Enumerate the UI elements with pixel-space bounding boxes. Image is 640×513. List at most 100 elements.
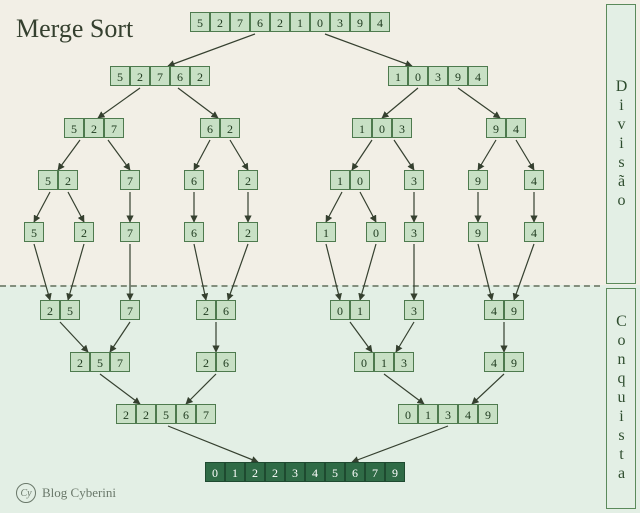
cell: 3 [330,12,350,32]
cell: 5 [325,462,345,482]
cell: 7 [104,118,124,138]
cell: 2 [220,118,240,138]
cell: 9 [486,118,506,138]
cell: 3 [438,404,458,424]
array-d2-3: 94 [486,118,526,138]
cell: 2 [74,222,94,242]
cell: 6 [200,118,220,138]
array-d4-5: 1 [316,222,336,242]
array-c1-5: 49 [484,300,524,320]
cell: 1 [374,352,394,372]
cell: 1 [350,300,370,320]
array-d4-4: 2 [238,222,258,242]
array-d4-2: 7 [120,222,140,242]
cell: 1 [352,118,372,138]
cell: 0 [350,170,370,190]
array-d2-0: 527 [64,118,124,138]
array-d4-7: 3 [404,222,424,242]
cell: 3 [392,118,412,138]
cell: 1 [225,462,245,482]
cell: 0 [354,352,374,372]
cell: 6 [176,404,196,424]
array-c3-0: 22567 [116,404,216,424]
cell: 5 [60,300,80,320]
cell: 2 [210,12,230,32]
cell: 2 [130,66,150,86]
array-c1-1: 7 [120,300,140,320]
cell: 5 [190,12,210,32]
cell: 7 [196,404,216,424]
cell: 2 [136,404,156,424]
cell: 2 [40,300,60,320]
cell: 2 [238,170,258,190]
cell: 2 [238,222,258,242]
cell: 4 [484,352,504,372]
cell: 9 [385,462,405,482]
array-d4-8: 9 [468,222,488,242]
cell: 4 [524,170,544,190]
array-d4-0: 5 [24,222,44,242]
cell: 1 [330,170,350,190]
cell: 2 [70,352,90,372]
array-c1-3: 01 [330,300,370,320]
cell: 9 [468,170,488,190]
array-d1-1: 10394 [388,66,488,86]
cell: 7 [365,462,385,482]
cell: 6 [170,66,190,86]
cell: 5 [90,352,110,372]
cell: 3 [404,170,424,190]
array-d1-0: 52762 [110,66,210,86]
cell: 0 [330,300,350,320]
array-d3-5: 3 [404,170,424,190]
array-d3-1: 7 [120,170,140,190]
phase-separator [0,285,600,287]
label-divide: Divisão [606,4,636,284]
cell: 7 [120,300,140,320]
cell: 6 [250,12,270,32]
cell: 7 [110,352,130,372]
array-d3-6: 9 [468,170,488,190]
cell: 9 [478,404,498,424]
array-c1-2: 26 [196,300,236,320]
cell: 2 [245,462,265,482]
cell: 4 [524,222,544,242]
cell: 2 [265,462,285,482]
cell: 4 [305,462,325,482]
cell: 9 [468,222,488,242]
cell: 5 [24,222,44,242]
cell: 7 [120,170,140,190]
cell: 4 [370,12,390,32]
label-conquer: Conquista [606,288,636,509]
footer: Cy Blog Cyberini [16,483,116,503]
cell: 2 [84,118,104,138]
array-d3-7: 4 [524,170,544,190]
cell: 3 [404,222,424,242]
cell: 2 [58,170,78,190]
cell: 5 [110,66,130,86]
array-d2-1: 62 [200,118,240,138]
cell: 5 [64,118,84,138]
cell: 1 [418,404,438,424]
array-c1-0: 25 [40,300,80,320]
cell: 4 [458,404,478,424]
array-d2-2: 103 [352,118,412,138]
cell: 3 [404,300,424,320]
array-c2-1: 26 [196,352,236,372]
cell: 7 [120,222,140,242]
cell: 7 [150,66,170,86]
cell: 0 [366,222,386,242]
logo-icon: Cy [16,483,36,503]
cell: 0 [205,462,225,482]
cell: 6 [345,462,365,482]
cell: 2 [196,352,216,372]
array-result: 0122345679 [205,462,405,482]
cell: 2 [190,66,210,86]
cell: 3 [285,462,305,482]
array-d4-3: 6 [184,222,204,242]
array-c2-0: 257 [70,352,130,372]
cell: 6 [184,222,204,242]
cell: 0 [398,404,418,424]
array-d0: 5276210394 [190,12,390,32]
array-c2-2: 013 [354,352,414,372]
cell: 0 [372,118,392,138]
